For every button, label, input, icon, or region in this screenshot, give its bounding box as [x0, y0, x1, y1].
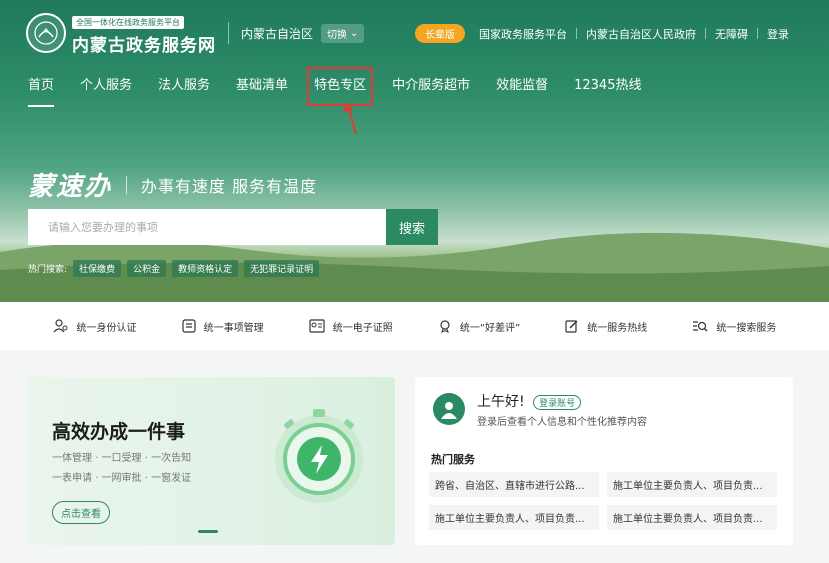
nav-hotline-12345[interactable]: 12345热线 — [574, 74, 641, 99]
hot-service-item[interactable]: 施工单位主要负责人、项目负责... — [429, 505, 599, 530]
logo-subtitle: 全国一体化在线政务服务平台 — [72, 16, 184, 29]
one-thing-banner[interactable]: 高效办成一件事 一体管理 · 一口受理 · 一次告知 一表申请 · 一网审批 ·… — [28, 377, 395, 545]
service-identity-auth[interactable]: 统一身份认证 — [53, 318, 137, 334]
user-card: 上午好! 登录账号 登录后查看个人信息和个性化推荐内容 热门服务 跨省、自治区、… — [415, 377, 793, 545]
slogan-text: 办事有速度 服务有温度 — [141, 176, 318, 196]
nav-corporate-services[interactable]: 法人服务 — [158, 74, 210, 99]
carousel-dot[interactable] — [198, 530, 218, 533]
banner-line-2: 一表申请 · 一网审批 · 一窗发证 — [52, 473, 192, 484]
service-label: 统一电子证照 — [332, 322, 393, 334]
divider — [757, 28, 758, 39]
lightning-clock-icon — [275, 409, 363, 503]
service-label: 统一事项管理 — [203, 322, 264, 334]
link-national-platform[interactable]: 国家政务服务平台 — [479, 26, 567, 42]
service-label: 统一身份认证 — [76, 322, 137, 334]
hot-tag-housing-fund[interactable]: 公积金 — [127, 260, 167, 277]
emblem-icon — [26, 13, 66, 53]
e-certificate-icon — [309, 319, 325, 333]
divider — [576, 28, 577, 39]
top-links: 长辈版 国家政务服务平台 内蒙古自治区人民政府 无障碍 登录 — [415, 24, 789, 43]
divider — [705, 28, 706, 39]
hot-service-item[interactable]: 施工单位主要负责人、项目负责... — [607, 505, 777, 530]
search-bar: 搜索 — [28, 209, 438, 245]
hotline-icon — [565, 320, 578, 333]
chevron-down-icon: ⌄ — [350, 27, 359, 39]
service-label: 统一搜索服务 — [716, 322, 777, 334]
logo-title: 内蒙古政务服务网 — [72, 36, 216, 56]
elder-mode-button[interactable]: 长辈版 — [415, 24, 465, 43]
banner-line-1: 一体管理 · 一口受理 · 一次告知 — [52, 453, 192, 464]
search-input[interactable] — [28, 209, 386, 245]
logo-divider — [228, 22, 229, 44]
hot-services-grid: 跨省、自治区、直辖市进行公路... 施工单位主要负责人、项目负责... 施工单位… — [429, 472, 777, 530]
region-switch-button[interactable]: 切换 ⌄ — [321, 23, 365, 43]
view-details-button[interactable]: 点击查看 — [52, 501, 110, 524]
evaluation-icon — [440, 320, 450, 333]
slogan-divider — [126, 175, 128, 194]
hot-service-item[interactable]: 跨省、自治区、直辖市进行公路... — [429, 472, 599, 497]
service-search[interactable]: 统一搜索服务 — [692, 319, 776, 334]
switch-label: 切换 — [327, 29, 348, 41]
slogan: 蒙速办 办事有速度 服务有温度 — [28, 166, 317, 203]
hot-tag-teacher-cert[interactable]: 教师资格认定 — [172, 260, 239, 277]
service-evaluation[interactable]: 统一“好差评” — [438, 319, 520, 334]
greeting-text: 上午好! — [477, 394, 525, 410]
hot-tag-no-criminal-record[interactable]: 无犯罪记录证明 — [244, 260, 320, 277]
greeting-subtitle: 登录后查看个人信息和个性化推荐内容 — [477, 417, 647, 428]
identity-auth-icon — [53, 319, 68, 333]
hot-services-title: 热门服务 — [431, 453, 475, 466]
avatar[interactable] — [433, 393, 465, 425]
nav-basic-list[interactable]: 基础清单 — [236, 74, 288, 99]
nav-efficiency-supervision[interactable]: 效能监督 — [496, 74, 548, 99]
carousel-indicator[interactable] — [198, 530, 218, 533]
hero-banner: 全国一体化在线政务服务平台 内蒙古政务服务网 内蒙古自治区 切换 ⌄ 长辈版 国… — [0, 0, 829, 302]
site-logo[interactable]: 全国一体化在线政务服务平台 内蒙古政务服务网 内蒙古自治区 切换 ⌄ — [26, 10, 365, 56]
service-item-management[interactable]: 统一事项管理 — [182, 319, 264, 334]
nav-personal-services[interactable]: 个人服务 — [80, 74, 132, 99]
search-button[interactable]: 搜索 — [386, 209, 438, 245]
unified-services-bar: 统一身份认证 统一事项管理 统一电子证照 统一“好差评” 统一服务热线 统一搜索… — [0, 302, 829, 350]
login-account-button[interactable]: 登录账号 — [533, 394, 582, 410]
nav-intermediary-market[interactable]: 中介服务超市 — [392, 74, 470, 99]
item-management-icon — [182, 319, 196, 333]
service-hotline[interactable]: 统一服务热线 — [565, 319, 647, 334]
link-login[interactable]: 登录 — [767, 26, 789, 42]
red-arrow-annotation — [343, 102, 357, 135]
nav-special-zone[interactable]: 特色专区 — [307, 67, 374, 106]
region-name: 内蒙古自治区 — [241, 26, 314, 41]
service-e-certificate[interactable]: 统一电子证照 — [309, 319, 393, 334]
brand-mengsuban: 蒙速办 — [28, 172, 113, 202]
user-icon — [441, 402, 457, 419]
search-service-icon — [693, 321, 708, 332]
hot-search-label: 热门搜索: — [28, 265, 68, 275]
link-region-government[interactable]: 内蒙古自治区人民政府 — [586, 26, 696, 42]
service-label: 统一服务热线 — [587, 322, 648, 334]
main-nav: 首页 个人服务 法人服务 基础清单 特色专区 中介服务超市 效能监督 12345… — [28, 67, 667, 107]
nav-home[interactable]: 首页 — [28, 74, 55, 107]
hot-tag-social-security[interactable]: 社保缴费 — [73, 260, 122, 277]
banner-title: 高效办成一件事 — [52, 421, 186, 443]
hot-service-item[interactable]: 施工单位主要负责人、项目负责... — [607, 472, 777, 497]
greeting: 上午好! 登录账号 — [477, 391, 582, 411]
service-label: 统一“好差评” — [459, 322, 521, 334]
link-accessibility[interactable]: 无障碍 — [715, 26, 748, 42]
hot-searches: 热门搜索: 社保缴费 公积金 教师资格认定 无犯罪记录证明 — [28, 260, 320, 277]
